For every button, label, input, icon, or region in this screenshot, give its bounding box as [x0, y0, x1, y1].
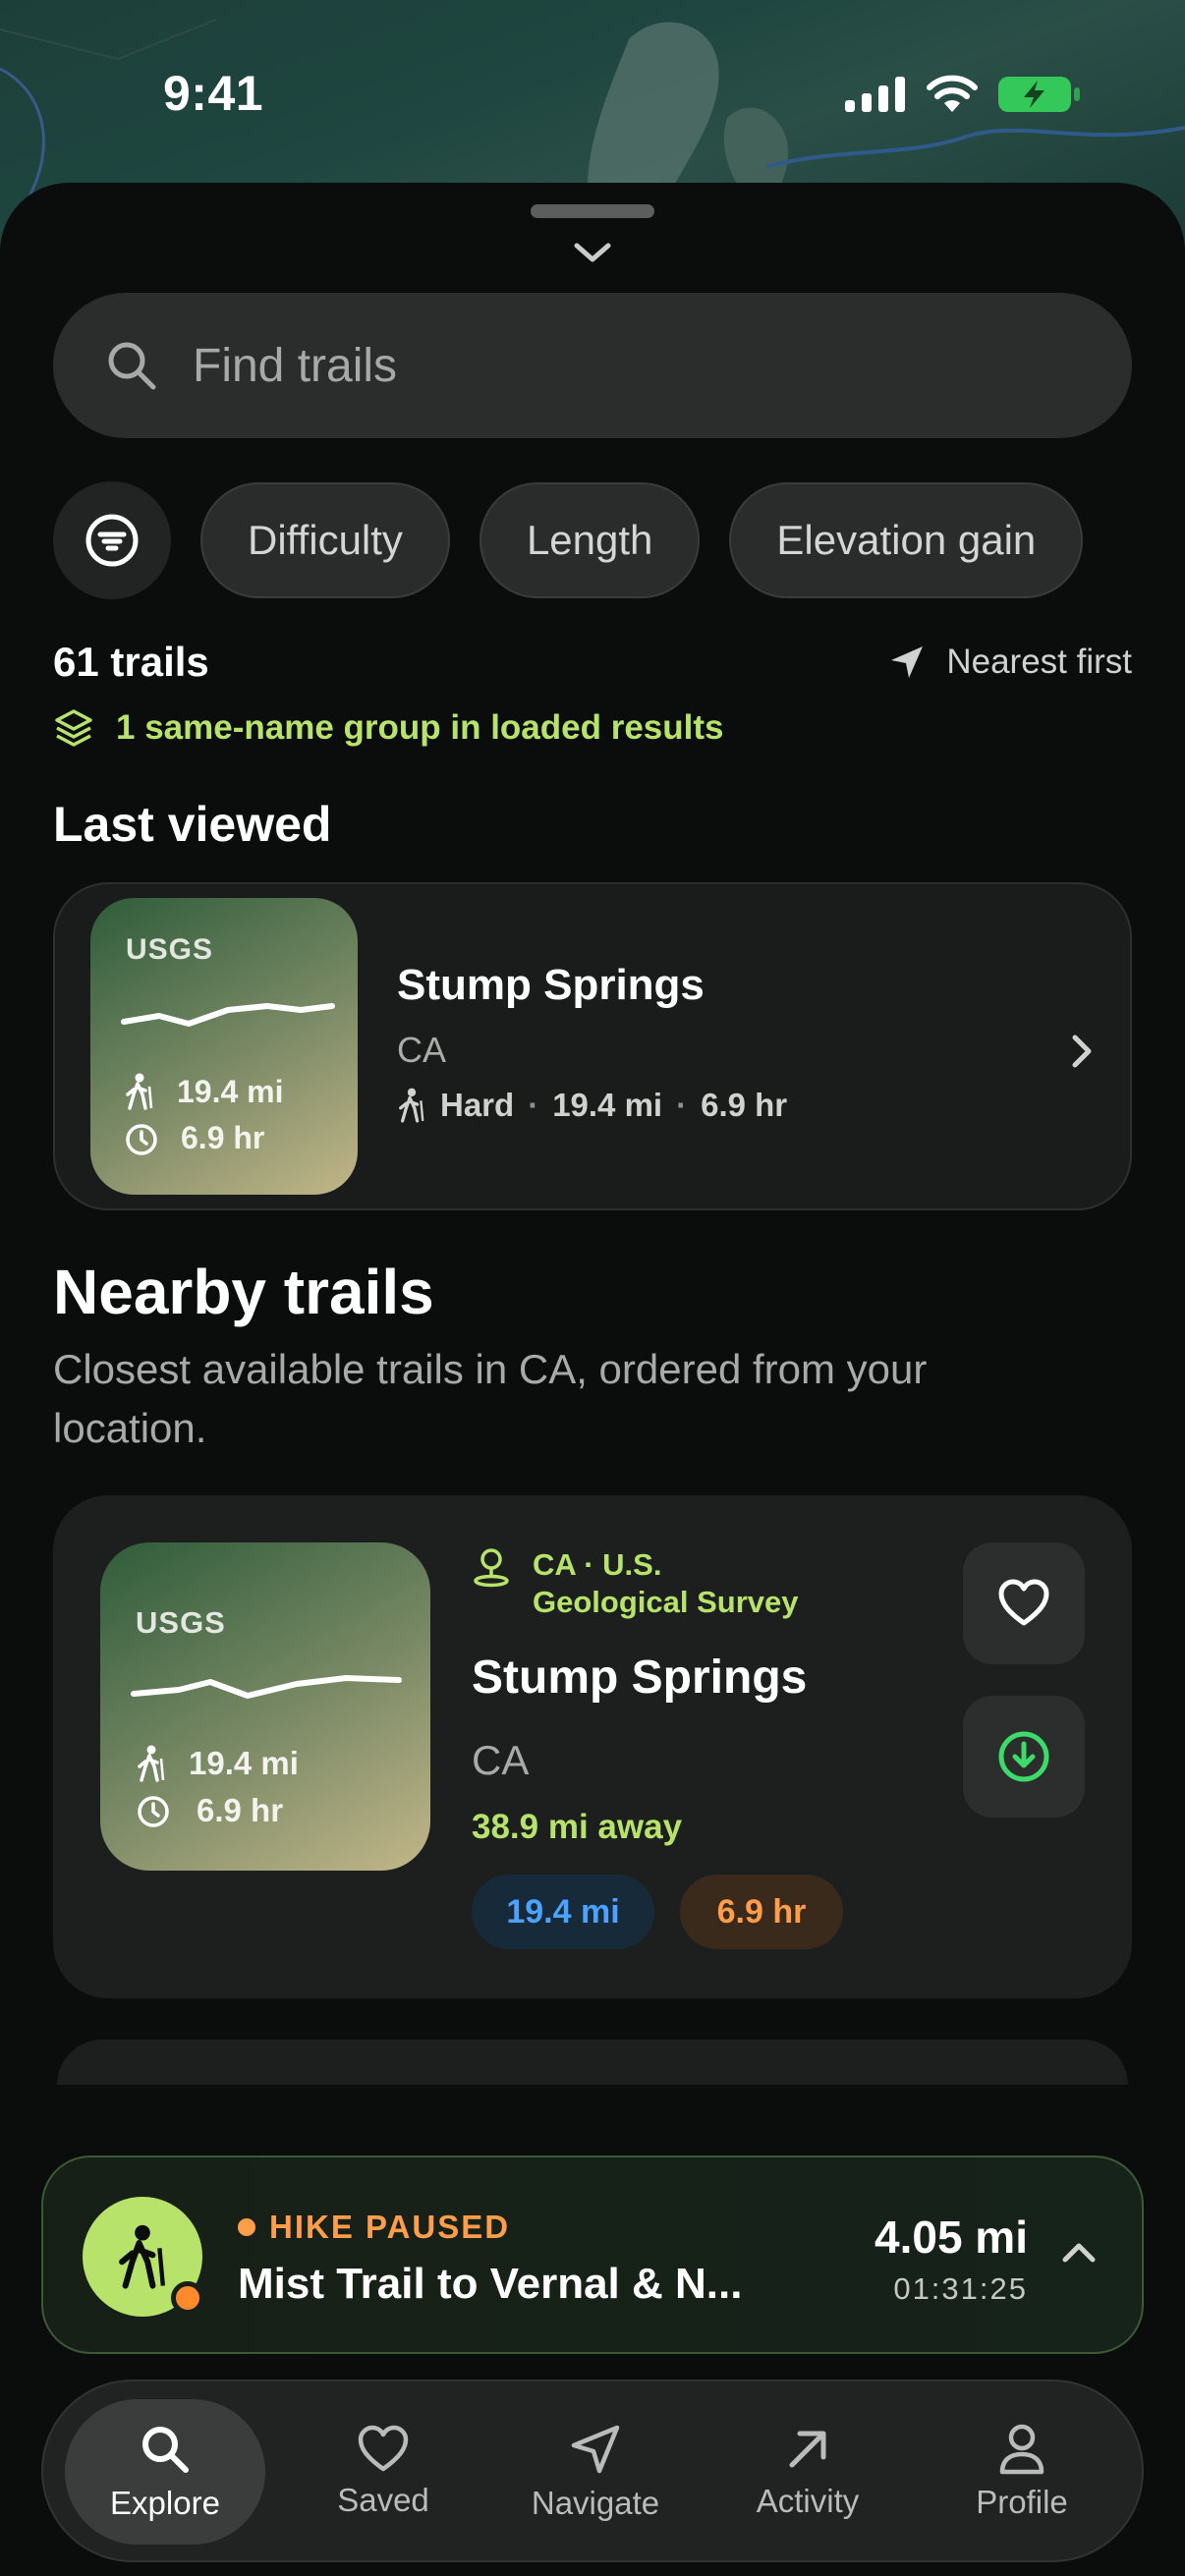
tab-label: Profile [976, 2484, 1068, 2520]
elevation-profile-line [131, 1675, 402, 1699]
location-arrow-icon [891, 646, 924, 678]
thumb-time-row: 6.9 hr [124, 1120, 264, 1156]
status-icons [845, 75, 1081, 114]
tab-explore[interactable]: Explore [65, 2399, 265, 2545]
tab-label: Activity [756, 2483, 860, 2519]
download-button[interactable] [963, 1696, 1085, 1818]
thumb-source: USGS [136, 1605, 226, 1640]
search-icon [108, 342, 156, 390]
map-pin-icon [474, 1548, 509, 1588]
thumb-distance: 19.4 mi [189, 1745, 299, 1781]
trail-title: Stump Springs [397, 961, 705, 1009]
timer-icon [126, 1123, 157, 1155]
sheet-grabber[interactable] [531, 204, 654, 218]
elevation-profile-line [121, 1003, 335, 1027]
layers-icon [55, 709, 92, 747]
hike-status-label: HIKE PAUSED [269, 2209, 511, 2245]
wifi-icon [927, 75, 978, 112]
tab-activity[interactable]: Activity [707, 2399, 908, 2545]
location-line2: Geological Survey [533, 1585, 799, 1619]
search-input[interactable] [193, 338, 1077, 393]
navigate-icon [571, 2425, 620, 2474]
trail-meta: Hard · 19.4 mi · 6.9 hr [397, 1087, 787, 1124]
tab-label: Explore [110, 2485, 220, 2521]
filter-chips: Difficulty Length Elevation gain [53, 481, 1132, 599]
favorite-button[interactable] [963, 1542, 1085, 1664]
person-icon [999, 2424, 1044, 2475]
nearby-subtitle: Closest available trails in CA, ordered … [53, 1346, 928, 1451]
chevron-down-icon[interactable] [571, 240, 614, 265]
trail-location: CA · U.S. Geological Survey [472, 1546, 799, 1621]
hiker-icon [399, 1088, 424, 1123]
trail-card[interactable]: USGS 19.4 mi 6.9 hr CA · U.S. Geological… [53, 1495, 1132, 1998]
chip-length[interactable]: Length [479, 482, 701, 598]
last-viewed-heading: Last viewed [53, 797, 332, 852]
sort-button[interactable]: Nearest first [887, 643, 1132, 682]
trail-state: CA [472, 1737, 530, 1783]
hike-distance: 4.05 mi [875, 2212, 1028, 2263]
thumb-source: USGS [126, 933, 214, 966]
thumb-time-row: 6.9 hr [136, 1792, 283, 1829]
filter-icon [85, 514, 139, 567]
timer-icon [138, 1796, 169, 1827]
status-bar: 9:41 [0, 0, 1185, 187]
last-viewed-card[interactable]: USGS 19.4 mi 6.9 hr Stump Springs CA Har… [53, 882, 1132, 1210]
heart-icon [998, 1579, 1049, 1626]
arrow-up-right-icon [789, 2431, 826, 2468]
time-pill: 6.9 hr [680, 1875, 843, 1949]
search-bar[interactable] [53, 293, 1132, 438]
thumb-distance-row: 19.4 mi [136, 1745, 299, 1782]
group-note-text: 1 same-name group in loaded results [116, 708, 724, 747]
status-time: 9:41 [163, 66, 264, 121]
search-icon [142, 2427, 189, 2473]
tab-label: Saved [337, 2482, 429, 2518]
thumb-time: 6.9 hr [197, 1792, 284, 1828]
hike-status: HIKE PAUSED [238, 2209, 510, 2246]
tab-saved[interactable]: Saved [283, 2399, 483, 2545]
sort-label: Nearest first [946, 643, 1132, 681]
chip-elevation-gain[interactable]: Elevation gain [729, 482, 1084, 598]
next-trail-card-peek[interactable] [57, 2040, 1128, 2085]
heart-icon [358, 2425, 409, 2472]
thumb-distance: 19.4 mi [177, 1073, 284, 1109]
trail-distance: 19.4 mi [552, 1087, 663, 1123]
thumb-time: 6.9 hr [181, 1120, 265, 1155]
trail-thumbnail: USGS 19.4 mi 6.9 hr [100, 1542, 430, 1871]
trail-time: 6.9 hr [701, 1087, 788, 1123]
chip-difficulty[interactable]: Difficulty [200, 482, 450, 598]
cellular-signal-icon [845, 77, 905, 112]
trail-difficulty: Hard [440, 1087, 515, 1123]
download-icon [998, 1731, 1049, 1782]
trail-thumbnail: USGS 19.4 mi 6.9 hr [90, 898, 358, 1195]
results-header: 61 trails Nearest first [53, 639, 1132, 686]
tab-profile[interactable]: Profile [922, 2399, 1122, 2545]
chevron-up-icon[interactable] [1059, 2240, 1099, 2266]
hiker-icon [126, 1073, 153, 1110]
chevron-right-icon [1072, 1035, 1092, 1068]
same-name-group-note[interactable]: 1 same-name group in loaded results [53, 707, 724, 749]
battery-charging-icon [998, 77, 1080, 112]
tab-navigate[interactable]: Navigate [495, 2399, 696, 2545]
trail-title: Stump Springs [472, 1652, 808, 1704]
hiker-icon [138, 1745, 165, 1782]
paused-indicator-dot [171, 2281, 204, 2315]
location-line1: CA · U.S. [533, 1547, 662, 1582]
distance-pill: 19.4 mi [472, 1875, 654, 1949]
tab-label: Navigate [531, 2485, 660, 2521]
nearby-heading: Nearby trails [53, 1257, 434, 1327]
meta-separator: · [676, 1087, 688, 1123]
thumb-distance-row: 19.4 mi [124, 1073, 284, 1110]
meta-separator: · [528, 1087, 539, 1123]
status-dot [238, 2218, 255, 2236]
hike-trail-name: Mist Trail to Vernal & N... [238, 2260, 743, 2308]
hiker-icon [119, 2224, 166, 2289]
trail-state: CA [397, 1030, 447, 1070]
results-count: 61 trails [53, 639, 209, 685]
tab-bar: Explore Saved Navigate Activity Profile [41, 2380, 1144, 2562]
filter-button[interactable] [53, 481, 171, 599]
active-hike-banner[interactable]: HIKE PAUSED Mist Trail to Vernal & N... … [41, 2156, 1144, 2354]
hike-elapsed-time: 01:31:25 [893, 2271, 1028, 2306]
trail-distance-away: 38.9 mi away [472, 1808, 683, 1846]
